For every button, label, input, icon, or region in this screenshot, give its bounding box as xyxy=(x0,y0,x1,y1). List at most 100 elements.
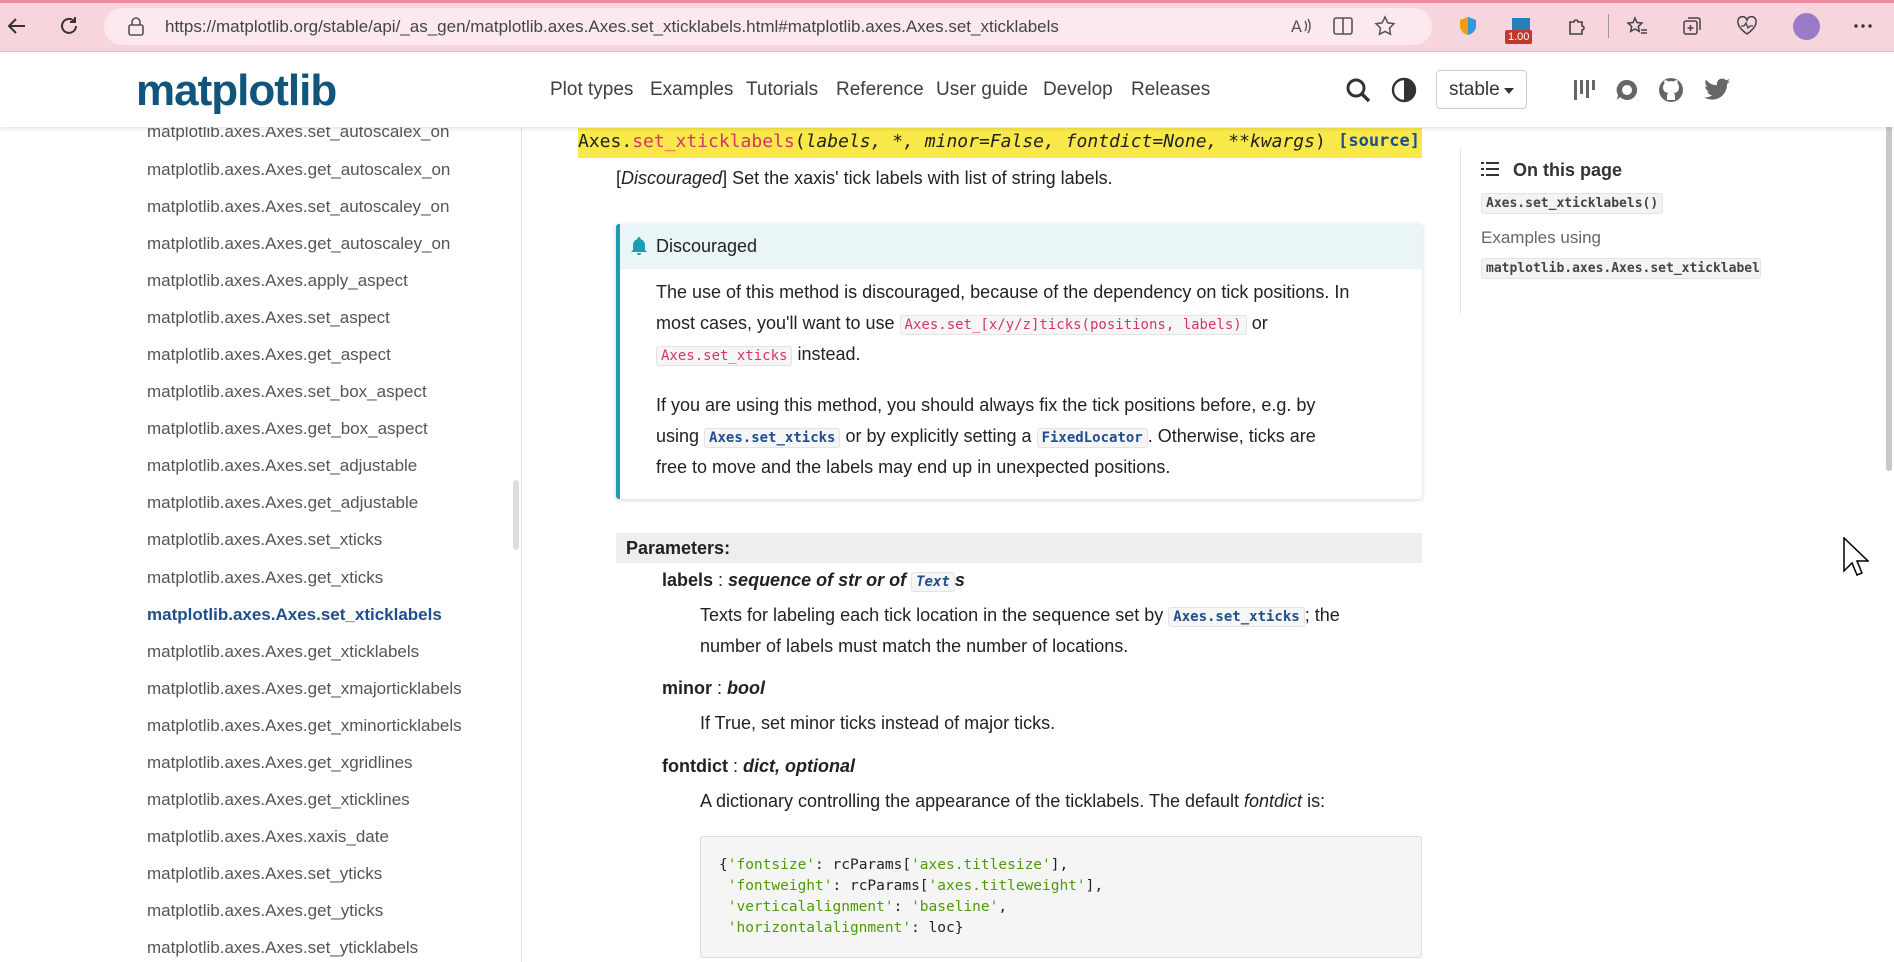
matplotlib-logo[interactable]: matplotlib xyxy=(136,66,337,116)
admonition-header: Discouraged xyxy=(620,224,1422,269)
admonition-text: using Axes.set_xticks or by explicitly s… xyxy=(656,426,1316,448)
twitter-icon[interactable] xyxy=(1701,74,1733,106)
sidebar-item[interactable]: matplotlib.axes.Axes.get_xticklabels xyxy=(147,642,419,662)
extension-shield-icon[interactable] xyxy=(1453,11,1483,41)
toc-examples-label[interactable]: Examples using xyxy=(1481,228,1601,248)
collections-icon[interactable] xyxy=(1677,11,1707,41)
list-icon xyxy=(1481,162,1499,176)
sidebar-item[interactable]: matplotlib.axes.Axes.get_yticks xyxy=(147,901,383,921)
chat-bubble-icon[interactable] xyxy=(1611,74,1643,106)
profile-avatar[interactable] xyxy=(1793,13,1820,40)
sidebar-item[interactable]: matplotlib.axes.Axes.get_xgridlines xyxy=(147,753,413,773)
param-fontdict-desc: A dictionary controlling the appearance … xyxy=(700,791,1326,811)
sidebar-item[interactable]: matplotlib.axes.Axes.get_xminorticklabel… xyxy=(147,716,462,736)
extension-badge: 1.00 xyxy=(1505,30,1533,44)
sidebar-item[interactable]: matplotlib.axes.Axes.set_yticklabels xyxy=(147,938,418,958)
favorites-icon[interactable] xyxy=(1622,11,1652,41)
toolbar-divider xyxy=(1608,14,1609,38)
parameters-title: Parameters: xyxy=(626,538,731,558)
summary-tag: Discouraged xyxy=(621,168,723,188)
summary-text: [Discouraged] Set the xaxis' tick labels… xyxy=(616,168,1113,188)
param-minor-desc: If True, set minor ticks instead of majo… xyxy=(700,713,1056,733)
logo-text: matplotlib xyxy=(136,66,337,115)
version-label: stable xyxy=(1449,78,1500,100)
code-set-ticks-link[interactable]: Axes.set_[x/y/z]ticks(positions, labels) xyxy=(899,315,1247,335)
favorite-star-icon[interactable] xyxy=(1374,15,1396,42)
sidebar-scrollbar[interactable] xyxy=(513,480,519,550)
sig-args: labels, *, minor=False, fontdict=None, *… xyxy=(805,131,1315,152)
chevron-down-icon xyxy=(1504,88,1514,94)
param-labels: labels : sequence of str or of Text s xyxy=(662,570,965,592)
sidebar-item[interactable]: matplotlib.axes.Axes.get_xticklines xyxy=(147,790,410,810)
sidebar-item-active[interactable]: matplotlib.axes.Axes.set_xticklabels xyxy=(147,605,442,625)
address-bar[interactable]: https://matplotlib.org/stable/api/_as_ge… xyxy=(104,8,1432,45)
param-labels-desc: number of labels must match the number o… xyxy=(700,636,1129,656)
function-signature: Axes.set_xticklabels(labels, *, minor=Fa… xyxy=(578,128,1422,158)
svg-text:A: A xyxy=(1291,17,1302,36)
sidebar-item[interactable]: matplotlib.axes.Axes.get_autoscalex_on xyxy=(147,160,450,180)
code-set-xticks-link[interactable]: Axes.set_xticks xyxy=(656,346,793,366)
split-screen-icon[interactable] xyxy=(1332,15,1354,42)
admonition-text: most cases, you'll want to use Axes.set_… xyxy=(656,313,1268,335)
sidebar-item[interactable]: matplotlib.axes.Axes.get_adjustable xyxy=(147,493,418,513)
version-dropdown[interactable]: stable xyxy=(1436,70,1527,109)
admonition-text: If you are using this method, you should… xyxy=(656,395,1316,415)
nav-releases[interactable]: Releases xyxy=(1131,79,1210,101)
sidebar-item[interactable]: matplotlib.axes.Axes.set_yticks xyxy=(147,864,382,884)
sidebar-nav: matplotlib.axes.Axes.set_autoscalex_on m… xyxy=(0,127,522,962)
page-scrollbar[interactable] xyxy=(1886,103,1892,471)
sig-prefix: Axes. xyxy=(578,131,633,152)
discouraged-admonition: Discouraged The use of this method is di… xyxy=(616,224,1422,499)
sig-name: set_xticklabels xyxy=(632,131,795,152)
sidebar-item[interactable]: matplotlib.axes.Axes.set_xticks xyxy=(147,530,382,550)
sidebar-item[interactable]: matplotlib.axes.Axes.get_xticks xyxy=(147,568,383,588)
theme-toggle-icon[interactable] xyxy=(1388,74,1420,106)
param-fontdict: fontdict : dict, optional xyxy=(662,756,855,776)
sidebar-item[interactable]: matplotlib.axes.Axes.get_aspect xyxy=(147,345,391,365)
code-line: 'fontweight': rcParams['axes.titleweight… xyxy=(727,878,1104,894)
fixedlocator-link[interactable]: FixedLocator xyxy=(1036,428,1148,448)
sidebar-item[interactable]: matplotlib.axes.Axes.xaxis_date xyxy=(147,827,389,847)
set-xticks-link[interactable]: Axes.set_xticks xyxy=(704,428,841,448)
discourse-bars-icon[interactable] xyxy=(1568,74,1600,106)
param-minor: minor : bool xyxy=(662,678,766,698)
nav-tutorials[interactable]: Tutorials xyxy=(746,79,818,101)
search-icon[interactable] xyxy=(1342,74,1374,106)
nav-user-guide[interactable]: User guide xyxy=(936,79,1028,101)
github-icon[interactable] xyxy=(1655,74,1687,106)
read-aloud-icon[interactable]: A xyxy=(1290,15,1312,42)
sidebar-item[interactable]: matplotlib.axes.Axes.set_aspect xyxy=(147,308,390,328)
nav-reference[interactable]: Reference xyxy=(836,79,924,101)
url-text[interactable]: https://matplotlib.org/stable/api/_as_ge… xyxy=(165,17,1059,37)
browser-essentials-icon[interactable] xyxy=(1732,11,1762,41)
set-xticks-link-2[interactable]: Axes.set_xticks xyxy=(1168,607,1305,627)
bell-icon xyxy=(631,237,647,255)
summary-body: Set the xaxis' tick labels with list of … xyxy=(727,168,1113,188)
extensions-puzzle-icon[interactable] xyxy=(1562,11,1592,41)
toc-title: On this page xyxy=(1513,160,1623,180)
nav-examples[interactable]: Examples xyxy=(650,79,733,101)
sidebar-item[interactable]: matplotlib.axes.Axes.get_autoscaley_on xyxy=(147,234,450,254)
admonition-text: The use of this method is discouraged, b… xyxy=(656,282,1350,302)
toc-item-set-xticklabels[interactable]: Axes.set_xticklabels() xyxy=(1481,193,1664,214)
back-icon[interactable] xyxy=(0,9,34,43)
sidebar-item[interactable]: matplotlib.axes.Axes.set_autoscaley_on xyxy=(147,197,449,217)
lock-icon[interactable] xyxy=(128,17,144,41)
nav-develop[interactable]: Develop xyxy=(1043,79,1113,101)
code-line: {'fontsize': rcParams['axes.titlesize'], xyxy=(719,857,1069,873)
sidebar-item[interactable]: matplotlib.axes.Axes.set_box_aspect xyxy=(147,382,427,402)
more-menu-icon[interactable] xyxy=(1848,11,1878,41)
sidebar-item[interactable]: matplotlib.axes.Axes.set_autoscalex_on xyxy=(147,127,449,142)
admonition-text: Axes.set_xticks instead. xyxy=(656,344,860,366)
source-link[interactable]: [source] xyxy=(1338,131,1420,151)
site-header: matplotlib Plot types Examples Tutorials… xyxy=(0,53,1894,127)
refresh-icon[interactable] xyxy=(52,9,86,43)
sidebar-item[interactable]: matplotlib.axes.Axes.get_box_aspect xyxy=(147,419,428,439)
sidebar-item[interactable]: matplotlib.axes.Axes.apply_aspect xyxy=(147,271,408,291)
sidebar-item[interactable]: matplotlib.axes.Axes.get_xmajorticklabel… xyxy=(147,679,462,699)
nav-plot-types[interactable]: Plot types xyxy=(550,79,633,101)
text-class-link[interactable]: Text xyxy=(911,572,955,592)
param-labels-desc: Texts for labeling each tick location in… xyxy=(700,605,1340,627)
sidebar-item[interactable]: matplotlib.axes.Axes.set_adjustable xyxy=(147,456,417,476)
toc-item-examples[interactable]: matplotlib.axes.Axes.set_xticklabels xyxy=(1481,258,1761,279)
